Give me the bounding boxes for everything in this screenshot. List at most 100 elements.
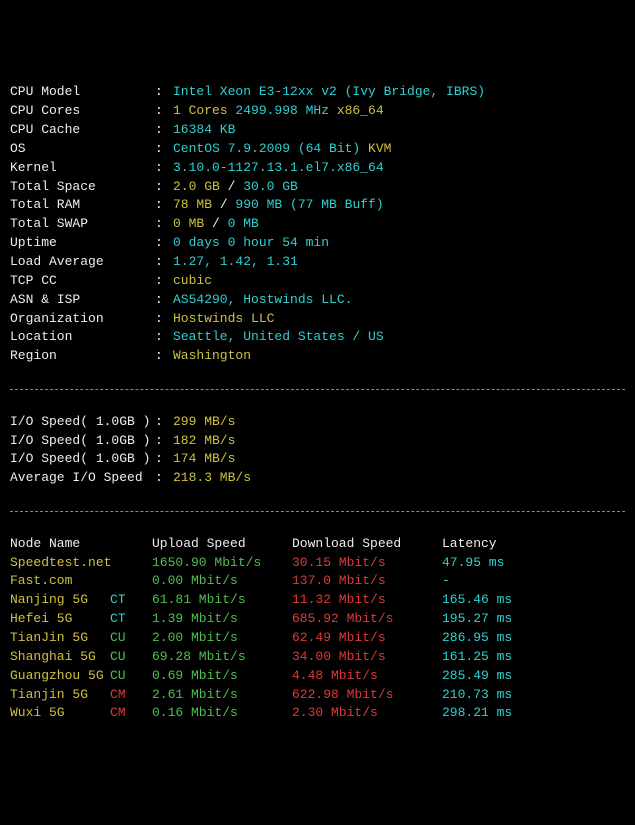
info-label: Uptime [10,234,155,253]
upload-speed: 2.00 Mbit/s [152,629,292,648]
info-value-part: CentOS 7.9.2009 (64 Bit) [173,141,360,156]
info-label: CPU Cache [10,121,155,140]
info-label: Total SWAP [10,215,155,234]
info-value-part: 1 Cores [173,103,228,118]
info-row: Total Space: 2.0 GB / 30.0 GB [10,178,625,197]
colon: : [155,413,173,432]
speedtest-row: Guangzhou 5GCU0.69 Mbit/s4.48 Mbit/s285.… [10,667,625,686]
speedtest-header: Node NameUpload SpeedDownload SpeedLaten… [10,535,625,554]
info-value-part: KVM [360,141,391,156]
download-speed: 622.98 Mbit/s [292,686,442,705]
colon: : [155,159,173,178]
node-name: Speedtest.net [10,554,110,573]
colon: : [155,272,173,291]
info-row: Location: Seattle, United States / US [10,328,625,347]
download-speed: 11.32 Mbit/s [292,591,442,610]
colon: : [155,432,173,451]
io-row: I/O Speed( 1.0GB ): 299 MB/s [10,413,625,432]
info-value-part: 2499.998 MHz [228,103,337,118]
speedtest-row: Speedtest.net 1650.90 Mbit/s30.15 Mbit/s4… [10,554,625,573]
info-value: 0 days 0 hour 54 min [173,235,329,250]
upload-speed: 0.69 Mbit/s [152,667,292,686]
header-download: Download Speed [292,535,442,554]
latency: 47.95 ms [442,554,504,573]
colon: : [155,102,173,121]
colon: : [155,291,173,310]
latency: 286.95 ms [442,629,512,648]
speedtest-row: Wuxi 5GCM0.16 Mbit/s2.30 Mbit/s298.21 ms [10,704,625,723]
info-label: CPU Model [10,83,155,102]
io-label: I/O Speed( 1.0GB ) [10,450,155,469]
system-info-section: CPU Model: Intel Xeon E3-12xx v2 (Ivy Br… [10,83,625,366]
info-value-part: / [220,179,243,194]
colon: : [155,196,173,215]
io-label: Average I/O Speed [10,469,155,488]
latency: 161.25 ms [442,648,512,667]
latency: 285.49 ms [442,667,512,686]
colon: : [155,328,173,347]
io-label: I/O Speed( 1.0GB ) [10,413,155,432]
io-value: 218.3 MB/s [173,470,251,485]
io-speed-section: I/O Speed( 1.0GB ): 299 MB/sI/O Speed( 1… [10,413,625,488]
info-value-part: 990 MB [235,197,282,212]
latency: 165.46 ms [442,591,512,610]
io-value: 174 MB/s [173,451,235,466]
colon: : [155,253,173,272]
info-value-part: 78 MB [173,197,212,212]
header-upload: Upload Speed [152,535,292,554]
info-row: TCP CC: cubic [10,272,625,291]
speedtest-row: Shanghai 5GCU69.28 Mbit/s34.00 Mbit/s161… [10,648,625,667]
download-speed: 34.00 Mbit/s [292,648,442,667]
node-name: Guangzhou 5G [10,667,110,686]
info-row: Kernel: 3.10.0-1127.13.1.el7.x86_64 [10,159,625,178]
colon: : [155,215,173,234]
upload-speed: 61.81 Mbit/s [152,591,292,610]
info-value-part: / [204,216,227,231]
info-label: Load Average [10,253,155,272]
download-speed: 4.48 Mbit/s [292,667,442,686]
info-row: OS: CentOS 7.9.2009 (64 Bit) KVM [10,140,625,159]
info-row: Total SWAP: 0 MB / 0 MB [10,215,625,234]
info-label: OS [10,140,155,159]
info-value: Washington [173,348,251,363]
info-value-part: / [212,197,235,212]
info-value: 1.27, 1.42, 1.31 [173,254,298,269]
node-tag: CU [110,667,152,686]
info-value: AS54290, Hostwinds LLC. [173,292,352,307]
colon: : [155,121,173,140]
info-value-part: 30.0 GB [243,179,298,194]
info-value: 3.10.0-1127.13.1.el7.x86_64 [173,160,384,175]
node-name: TianJin 5G [10,629,110,648]
divider [10,389,625,390]
info-row: Uptime: 0 days 0 hour 54 min [10,234,625,253]
divider [10,511,625,512]
node-name: Tianjin 5G [10,686,110,705]
info-value-part: 2.0 GB [173,179,220,194]
info-value-part: 0 MB [228,216,259,231]
colon: : [155,450,173,469]
header-node-name: Node Name [10,535,110,554]
info-label: Organization [10,310,155,329]
upload-speed: 1650.90 Mbit/s [152,554,292,573]
info-value: 16384 KB [173,122,235,137]
info-label: Total Space [10,178,155,197]
colon: : [155,140,173,159]
info-value-part: (77 MB Buff) [282,197,383,212]
download-speed: 30.15 Mbit/s [292,554,442,573]
speedtest-row: Tianjin 5GCM2.61 Mbit/s622.98 Mbit/s210.… [10,686,625,705]
download-speed: 2.30 Mbit/s [292,704,442,723]
info-row: Total RAM: 78 MB / 990 MB (77 MB Buff) [10,196,625,215]
info-value-part: 0 MB [173,216,204,231]
info-label: Kernel [10,159,155,178]
speedtest-section: Node NameUpload SpeedDownload SpeedLaten… [10,535,625,723]
info-row: ASN & ISP: AS54290, Hostwinds LLC. [10,291,625,310]
colon: : [155,83,173,102]
node-tag: CU [110,648,152,667]
io-row: I/O Speed( 1.0GB ): 174 MB/s [10,450,625,469]
info-row: Organization: Hostwinds LLC [10,310,625,329]
node-name: Nanjing 5G [10,591,110,610]
node-tag: CM [110,686,152,705]
info-value: cubic [173,273,212,288]
speedtest-row: Nanjing 5GCT61.81 Mbit/s11.32 Mbit/s165.… [10,591,625,610]
info-value: Hostwinds LLC [173,311,274,326]
